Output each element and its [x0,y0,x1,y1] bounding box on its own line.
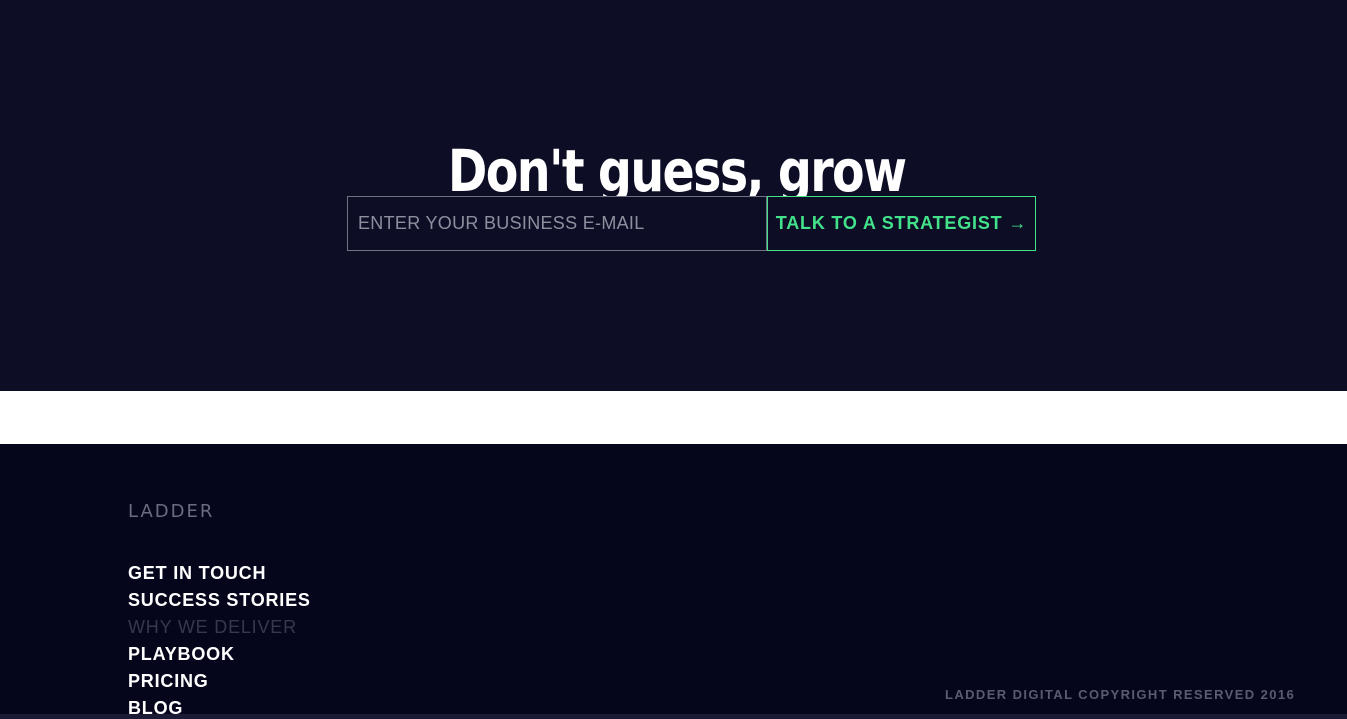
hero-section: Don't guess, grow TALK TO A STRATEGIST → [0,0,1347,391]
business-email-input[interactable] [347,196,767,251]
footer-nav-get-in-touch[interactable]: GET IN TOUCH [128,561,311,588]
ladder-logo[interactable]: LADDER [128,501,214,522]
page-bottom-edge [0,714,1347,719]
footer-nav: GET IN TOUCH SUCCESS STORIES WHY WE DELI… [128,561,311,719]
footer-nav-playbook[interactable]: PLAYBOOK [128,642,311,669]
talk-to-strategist-button[interactable]: TALK TO A STRATEGIST → [767,196,1036,251]
footer-nav-why-we-deliver[interactable]: WHY WE DELIVER [128,615,311,642]
footer-nav-success-stories[interactable]: SUCCESS STORIES [128,588,311,615]
footer: LADDER GET IN TOUCH SUCCESS STORIES WHY … [0,444,1347,719]
cta-label: TALK TO A STRATEGIST [775,213,1003,233]
copyright-text: LADDER DIGITAL COPYRIGHT RESERVED 2016 [945,687,1296,702]
section-divider [0,391,1347,444]
arrow-right-icon: → [1008,213,1028,233]
footer-nav-pricing[interactable]: PRICING [128,669,311,696]
